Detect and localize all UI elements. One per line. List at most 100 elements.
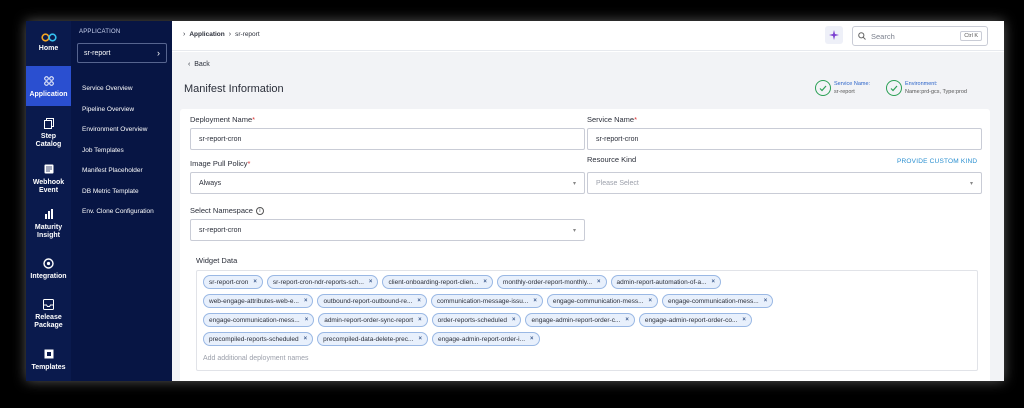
remove-chip-icon[interactable]: × [533, 298, 537, 304]
deployment-name-chip: precompiled-data-delete-prec... × [317, 332, 428, 346]
sparkle-icon [829, 30, 839, 40]
nav-manifest-placeholder[interactable]: Manifest Placeholder [82, 167, 154, 188]
deployment-name-chip: admin-report-order-sync-report × [318, 313, 428, 327]
deployment-name-field[interactable]: sr-report-cron [190, 128, 585, 150]
chip-label: admin-report-order-sync-report [324, 316, 414, 324]
back-button[interactable]: ‹ Back [188, 61, 210, 68]
logo-icon [40, 32, 57, 42]
chip-label: client-onboarding-report-clien... [388, 278, 479, 286]
back-label: Back [194, 61, 210, 68]
chip-row: sr-report-cron × sr-report-cron-ndr-report… [203, 275, 971, 289]
deployment-name-chip: sr-report-cron × [203, 275, 263, 289]
service-name-value: sr-report [834, 89, 855, 95]
rail-item-maturity-insight[interactable]: Maturity Insight [26, 207, 71, 240]
webhook-icon [42, 162, 56, 176]
chip-label: precompiled-reports-scheduled [209, 335, 299, 343]
namespace-value: sr-report-cron [199, 226, 242, 234]
nav-db-metric-template[interactable]: DB Metric Template [82, 188, 154, 209]
remove-chip-icon[interactable]: × [304, 336, 308, 342]
service-name-field[interactable]: sr-report-cron [587, 128, 982, 150]
deployment-name-label: Deployment Name* [190, 115, 256, 124]
home-link[interactable]: Home [26, 21, 71, 63]
search-box[interactable]: Search Ctrl K [852, 26, 988, 46]
catalog-icon [42, 116, 56, 130]
remove-chip-icon[interactable]: × [742, 317, 746, 323]
nav-env-clone-configuration[interactable]: Env. Clone Configuration [82, 208, 154, 229]
remove-chip-icon[interactable]: × [304, 298, 308, 304]
rail-item-integration[interactable]: Integration [26, 256, 71, 281]
breadcrumb-application[interactable]: Application [189, 31, 224, 38]
deployment-name-chip: engage-communication-mess... × [546, 294, 659, 308]
application-nav: Service Overview Pipeline Overview Envir… [82, 85, 154, 229]
rail-label: Integration [30, 273, 67, 280]
deployment-name-chip: engage-communication-mess... × [203, 313, 315, 327]
chip-label: web-engage-attributes-web-e... [209, 297, 299, 305]
application-sidebar: APPLICATION sr-report › Service Overview… [71, 21, 172, 381]
remove-chip-icon[interactable]: × [764, 298, 768, 304]
deployment-name-chip: admin-report-automation-of-a... × [610, 275, 722, 289]
deployment-name-chip: sr-report-cron-ndr-reports-sch... × [266, 275, 379, 289]
chip-label: admin-report-automation-of-a... [616, 278, 707, 286]
deployment-names-input[interactable]: sr-report-cron × sr-report-cron-ndr-report… [196, 270, 978, 371]
provide-custom-kind-link[interactable]: PROVIDE CUSTOM KIND [897, 158, 977, 165]
main-content: ‹ Back Manifest Information Service Name… [172, 52, 1004, 381]
bar-chart-icon [42, 207, 56, 221]
application-selector[interactable]: sr-report › [77, 43, 167, 63]
remove-chip-icon[interactable]: × [597, 279, 601, 285]
remove-chip-icon[interactable]: × [625, 317, 629, 323]
remove-chip-icon[interactable]: × [417, 298, 421, 304]
service-name-label: Service Name* [587, 115, 638, 124]
deployment-name-chip: engage-admin-report-order-c... × [525, 313, 635, 327]
rail-item-application[interactable]: Application [26, 66, 71, 106]
rail-item-step-catalog[interactable]: Step Catalog [26, 116, 71, 149]
check-circle-icon [886, 80, 902, 96]
remove-chip-icon[interactable]: × [253, 279, 257, 285]
rail-label: Maturity Insight [34, 224, 63, 239]
chevron-down-icon: ▾ [572, 227, 576, 234]
rail-item-release-package[interactable]: Release Package [26, 297, 71, 330]
resource-kind-label: Resource Kind [587, 155, 637, 164]
nav-job-templates[interactable]: Job Templates [82, 147, 154, 168]
remove-chip-icon[interactable]: × [483, 279, 487, 285]
nav-pipeline-overview[interactable]: Pipeline Overview [82, 106, 154, 127]
chevron-right-icon: › [228, 31, 232, 38]
remove-chip-icon[interactable]: × [530, 336, 534, 342]
breadcrumb: › Application › sr-report [183, 31, 260, 38]
resource-kind-select[interactable]: Please Select ▾ [587, 172, 982, 194]
app-window: Home Application Step Catalog Webhook Ev… [26, 21, 1004, 381]
chip-label: engage-communication-mess... [209, 316, 300, 324]
widget-data-label: Widget Data [196, 256, 238, 265]
chip-label: outbound-report-outbound-re... [323, 297, 413, 305]
rail-label: Application [29, 90, 68, 98]
nav-service-overview[interactable]: Service Overview [82, 85, 154, 106]
remove-chip-icon[interactable]: × [418, 336, 422, 342]
chip-row: web-engage-attributes-web-e... × outbound-… [203, 294, 971, 308]
rail-item-templates[interactable]: Templates [26, 347, 71, 372]
image-pull-policy-select[interactable]: Always ▾ [190, 172, 585, 194]
namespace-select[interactable]: sr-report-cron ▾ [190, 219, 585, 241]
remove-chip-icon[interactable]: × [369, 279, 373, 285]
deployment-name-value: sr-report-cron [199, 135, 242, 143]
breadcrumb-current: sr-report [235, 31, 260, 38]
chip-label: sr-report-cron [209, 278, 249, 286]
check-circle-icon [815, 80, 831, 96]
deployment-name-chip: outbound-report-outbound-re... × [317, 294, 427, 308]
remove-chip-icon[interactable]: × [712, 279, 716, 285]
chip-label: sr-report-cron-ndr-reports-sch... [272, 278, 364, 286]
chip-label: engage-admin-report-order-i... [437, 335, 526, 343]
ai-assistant-button[interactable] [825, 26, 843, 44]
remove-chip-icon[interactable]: × [512, 317, 516, 323]
rail-item-webhook-event[interactable]: Webhook Event [26, 162, 71, 195]
remove-chip-icon[interactable]: × [418, 317, 422, 323]
search-shortcut: Ctrl K [960, 31, 982, 41]
remove-chip-icon[interactable]: × [305, 317, 309, 323]
nav-environment-overview[interactable]: Environment Overview [82, 126, 154, 147]
environment-value: Name:prd-gcs, Type:prod [905, 89, 967, 95]
remove-chip-icon[interactable]: × [649, 298, 653, 304]
templates-icon [42, 347, 56, 361]
info-icon: i [255, 206, 264, 215]
resource-kind-placeholder: Please Select [596, 179, 639, 187]
service-name-key: Service Name: [834, 81, 871, 87]
chip-label: order-reports-scheduled [437, 316, 507, 324]
home-label: Home [38, 44, 59, 52]
